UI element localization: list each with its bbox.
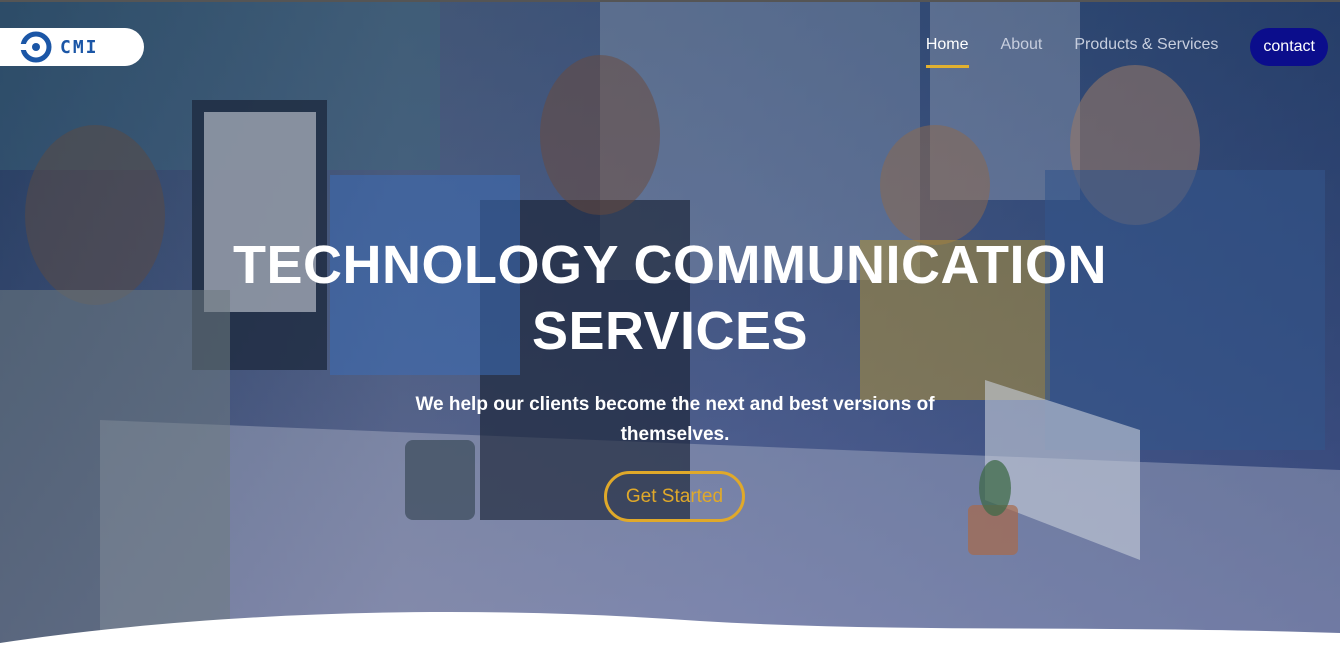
- contact-button[interactable]: contact: [1250, 28, 1328, 66]
- main-nav: Home About Products & Services contact: [894, 28, 1328, 68]
- brand-name: CMI: [60, 36, 99, 58]
- nav-products-services[interactable]: Products & Services: [1074, 28, 1218, 66]
- ring-logo-icon: [20, 31, 52, 63]
- hero-subtitle: We help our clients become the next and …: [415, 394, 935, 445]
- top-border: [0, 0, 1340, 2]
- get-started-button[interactable]: Get Started: [604, 471, 745, 522]
- logo-container[interactable]: CMI: [0, 28, 144, 66]
- bottom-wave-divider: [0, 612, 1340, 653]
- hero-title-line-1: TECHNOLOGY COMMUNICATION: [233, 235, 1107, 295]
- hero-title-line-2: SERVICES: [531, 301, 809, 361]
- nav-about[interactable]: About: [1001, 28, 1043, 66]
- hero-title: TECHNOLOGY COMMUNICATION SERVICES: [0, 232, 1340, 364]
- nav-home[interactable]: Home: [925, 28, 969, 68]
